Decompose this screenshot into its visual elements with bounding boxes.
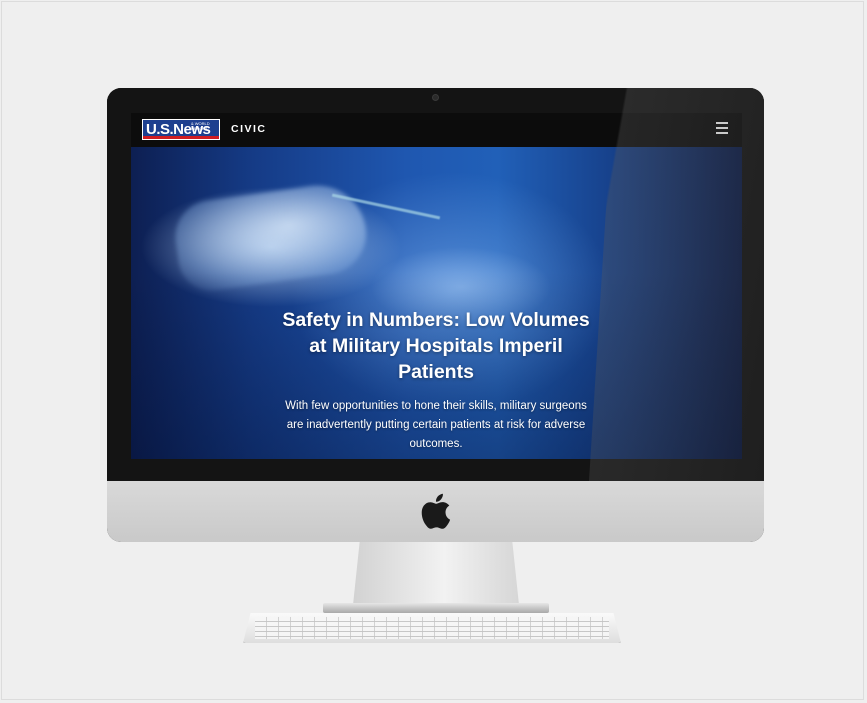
keyboard	[243, 613, 621, 643]
monitor-chin	[107, 481, 764, 542]
monitor-stand	[353, 542, 519, 605]
apple-logo-icon	[421, 493, 451, 529]
monitor-stand-base	[323, 603, 549, 613]
imac-monitor: U.S.News & WORLD REPORT CIVIC Safety in …	[107, 88, 764, 542]
screen-glare	[589, 88, 764, 481]
usnews-logo[interactable]: U.S.News & WORLD REPORT	[142, 119, 220, 140]
section-link-civic[interactable]: CIVIC	[231, 123, 267, 135]
monitor-bezel: U.S.News & WORLD REPORT CIVIC Safety in …	[107, 88, 764, 481]
logo-red-stripe	[143, 136, 219, 139]
article-headline[interactable]: Safety in Numbers: Low Volumes at Milita…	[281, 307, 591, 385]
logo-tagline: & WORLD REPORT	[191, 121, 210, 131]
keyboard-keys	[255, 617, 609, 639]
camera-icon	[432, 94, 439, 101]
article-dek: With few opportunities to hone their ski…	[285, 400, 587, 450]
